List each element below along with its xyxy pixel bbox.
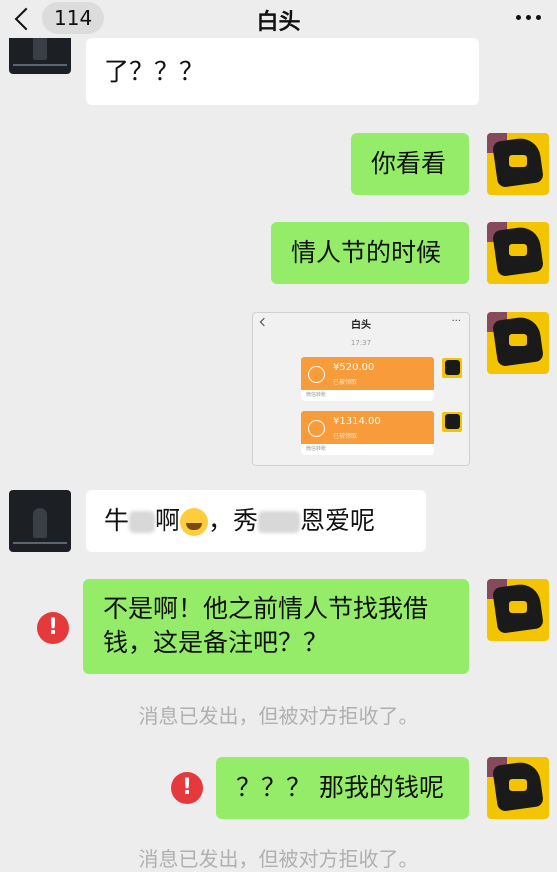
- my-avatar[interactable]: [487, 579, 549, 641]
- my-avatar[interactable]: [487, 312, 549, 374]
- contact-avatar[interactable]: [9, 490, 71, 552]
- message-text: 不是啊！他之前情人节找我借钱，这是备注吧？？: [103, 594, 429, 657]
- transfer-amount: ¥1314.00: [333, 416, 381, 427]
- embedded-avatar: [442, 412, 462, 432]
- incoming-message-bubble[interactable]: 了？？？: [86, 38, 479, 105]
- transfer-icon: [308, 420, 325, 437]
- grin-emoji-icon: [180, 508, 209, 536]
- embedded-avatar: [442, 358, 462, 378]
- redacted-text: [258, 511, 301, 533]
- incoming-message-bubble[interactable]: 牛啊 ，秀 恩爱呢: [86, 490, 426, 552]
- my-avatar[interactable]: [487, 222, 549, 284]
- send-failed-icon[interactable]: !: [37, 612, 69, 644]
- transfer-note: 已被领取: [333, 433, 358, 440]
- message-text: 啊: [155, 506, 181, 535]
- outgoing-message-bubble[interactable]: 你看看: [351, 133, 469, 195]
- transfer-note: 已被领取: [333, 379, 358, 386]
- message-text: ？？？ 那我的钱呢: [236, 773, 444, 802]
- chat-header: 114 白头: [0, 0, 557, 38]
- outgoing-message-bubble[interactable]: 情人节的时候: [271, 222, 469, 284]
- outgoing-message-bubble[interactable]: ？？？ 那我的钱呢: [216, 757, 469, 819]
- transfer-icon: [308, 366, 325, 383]
- message-text: 你看看: [371, 149, 447, 178]
- message-text: ，秀: [208, 506, 259, 535]
- my-avatar[interactable]: [487, 757, 549, 819]
- rejection-notice: 消息已发出，但被对方拒收了。: [138, 704, 419, 728]
- message-text: 情人节的时候: [291, 238, 442, 267]
- message-text: 了？？？: [104, 57, 205, 86]
- embedded-chat-title: 白头: [351, 320, 371, 331]
- transfer-card: ¥1314.00 已被领取 微信转账: [301, 411, 434, 455]
- embedded-timestamp: 17:37: [350, 339, 372, 347]
- chat-title: 白头: [256, 10, 301, 35]
- transfer-card: ¥520.00 已被领取 微信转账: [301, 357, 434, 401]
- my-avatar[interactable]: [487, 133, 549, 195]
- message-text: 恩爱呢: [300, 506, 376, 535]
- redacted-text: [129, 511, 156, 533]
- transfer-amount: ¥520.00: [333, 362, 375, 373]
- transfer-footer: 微信转账: [301, 390, 434, 401]
- image-message[interactable]: 白头 ··· 17:37 ¥520.00 已被领取 微信转账 ¥1314.00 …: [252, 312, 470, 466]
- more-options-icon[interactable]: [516, 15, 541, 20]
- message-text: 牛: [104, 506, 130, 535]
- send-failed-icon[interactable]: !: [171, 772, 203, 804]
- transfer-footer: 微信转账: [301, 444, 434, 455]
- embedded-more-icon: ···: [451, 316, 461, 327]
- outgoing-message-bubble[interactable]: 不是啊！他之前情人节找我借钱，这是备注吧？？: [83, 579, 469, 674]
